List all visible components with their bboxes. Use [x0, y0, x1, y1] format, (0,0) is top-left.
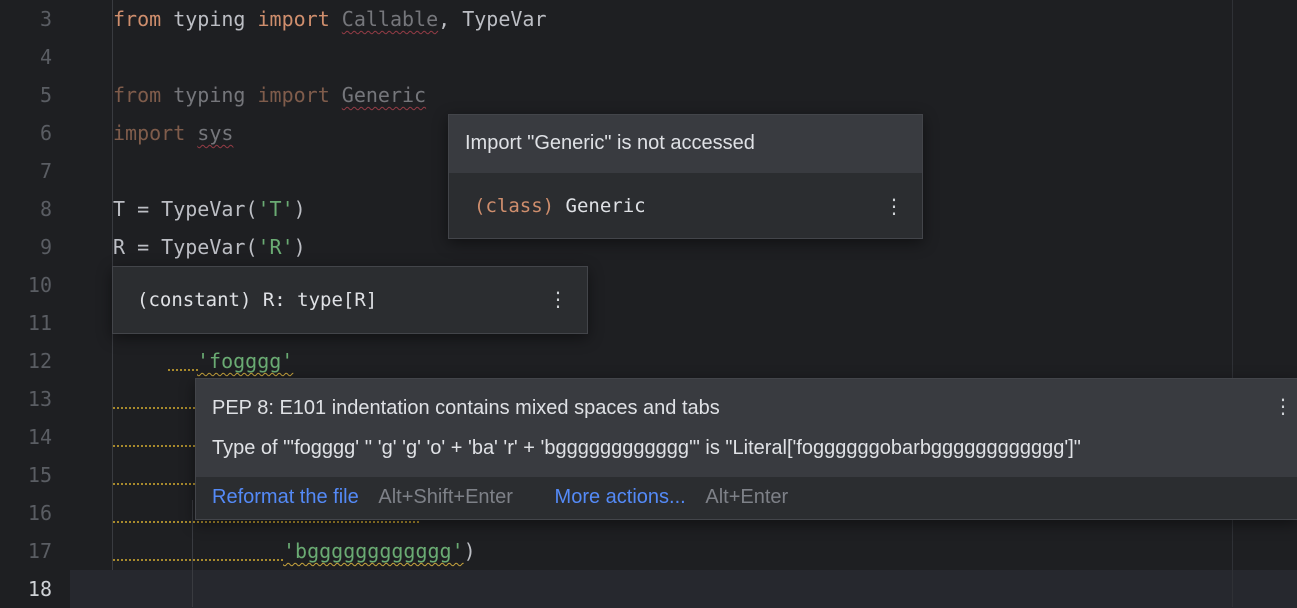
line-number[interactable]: 12 [0, 342, 52, 380]
line-number[interactable]: 7 [0, 152, 52, 190]
line-number[interactable]: 3 [0, 0, 52, 38]
code-line-3[interactable]: from typing import Callable, TypeVar [113, 0, 547, 38]
popup-header: PEP 8: E101 indentation contains mixed s… [196, 379, 1297, 477]
line-number[interactable]: 17 [0, 532, 52, 570]
line-number[interactable]: 14 [0, 418, 52, 456]
unused-import-callable[interactable]: Callable [342, 7, 438, 31]
more-vertical-icon[interactable]: ⋮ [884, 196, 904, 216]
code-line-5[interactable]: from typing import Generic [113, 76, 426, 114]
inspection-popup-pep8[interactable]: PEP 8: E101 indentation contains mixed s… [195, 378, 1297, 520]
signature-name: Generic [554, 195, 646, 217]
keyword: from [113, 7, 162, 31]
string-literal: 'R' [257, 235, 294, 259]
line-number-gutter: 3 4 5 6 7 8 9 10 11 12 13 14 15 16 17 18 [0, 0, 70, 607]
more-vertical-icon[interactable]: ⋮ [1273, 396, 1293, 416]
more-vertical-icon[interactable]: ⋮ [548, 289, 568, 309]
keyword: import [257, 83, 330, 107]
line-number[interactable]: 9 [0, 228, 52, 266]
code-text: T = TypeVar( [113, 197, 258, 221]
code-text: ) [463, 539, 476, 563]
more-actions-shortcut: Alt+Enter [705, 486, 789, 508]
string-literal: 'T' [257, 197, 294, 221]
code-text: typing [161, 83, 258, 107]
string-literal: 'bgggggggggggg' [283, 539, 464, 563]
line-number[interactable]: 15 [0, 456, 52, 494]
unused-import-generic[interactable]: Generic [342, 83, 426, 107]
quick-doc-popup-constant[interactable]: (constant) R: type[R] ⋮ [112, 266, 588, 334]
line-number[interactable]: 8 [0, 190, 52, 228]
line-number[interactable]: 13 [0, 380, 52, 418]
warning-underline [113, 554, 283, 561]
line-number[interactable]: 5 [0, 76, 52, 114]
popup-header: Import "Generic" is not accessed [449, 115, 922, 173]
popup-actions: Reformat the file Alt+Shift+Enter More a… [212, 486, 788, 509]
line-number[interactable]: 4 [0, 38, 52, 76]
signature-kind: (class) [474, 195, 555, 217]
popup-title: PEP 8: E101 indentation contains mixed s… [212, 397, 720, 419]
code-text: typing [161, 7, 258, 31]
unused-import-sys[interactable]: sys [197, 121, 233, 145]
code-text: ) [293, 235, 306, 259]
current-line-number[interactable]: 18 [0, 570, 52, 608]
warning-underline [113, 440, 195, 447]
inspection-popup-generic[interactable]: Import "Generic" is not accessed (class)… [448, 114, 923, 239]
more-actions-link[interactable]: More actions... [555, 486, 686, 508]
keyword: import [113, 121, 186, 145]
code-text: , TypeVar [438, 7, 547, 31]
reformat-file-link[interactable]: Reformat the file [212, 486, 359, 508]
code-line-6[interactable]: import sys [113, 114, 233, 152]
code-line-9[interactable]: R = TypeVar('R') [113, 228, 306, 266]
code-line-17[interactable]: 'bgggggggggggg') [283, 532, 476, 570]
keyword: from [113, 83, 162, 107]
reformat-shortcut: Alt+Shift+Enter [378, 486, 513, 508]
warning-underline [113, 402, 195, 409]
popup-detail: Type of "'fogggg' '' 'g' 'g' 'o' + 'ba' … [212, 437, 1081, 459]
warning-underline [113, 478, 195, 485]
code-line-8[interactable]: T = TypeVar('T') [113, 190, 306, 228]
current-line-highlight [70, 570, 1297, 608]
string-literal: 'fogggg' [197, 349, 294, 373]
line-number[interactable]: 16 [0, 494, 52, 532]
symbol-signature: (constant) R: type[R] [137, 289, 378, 311]
popup-title: Import "Generic" is not accessed [465, 132, 755, 154]
code-line-12[interactable]: 'fogggg' [197, 342, 293, 380]
line-number[interactable]: 6 [0, 114, 52, 152]
line-number[interactable]: 11 [0, 304, 52, 342]
keyword: import [257, 7, 330, 31]
symbol-signature: (class) Generic [474, 195, 646, 217]
line-number[interactable]: 10 [0, 266, 52, 304]
warning-underline [168, 364, 198, 371]
code-text: ) [293, 197, 306, 221]
code-text: R = TypeVar( [113, 235, 258, 259]
